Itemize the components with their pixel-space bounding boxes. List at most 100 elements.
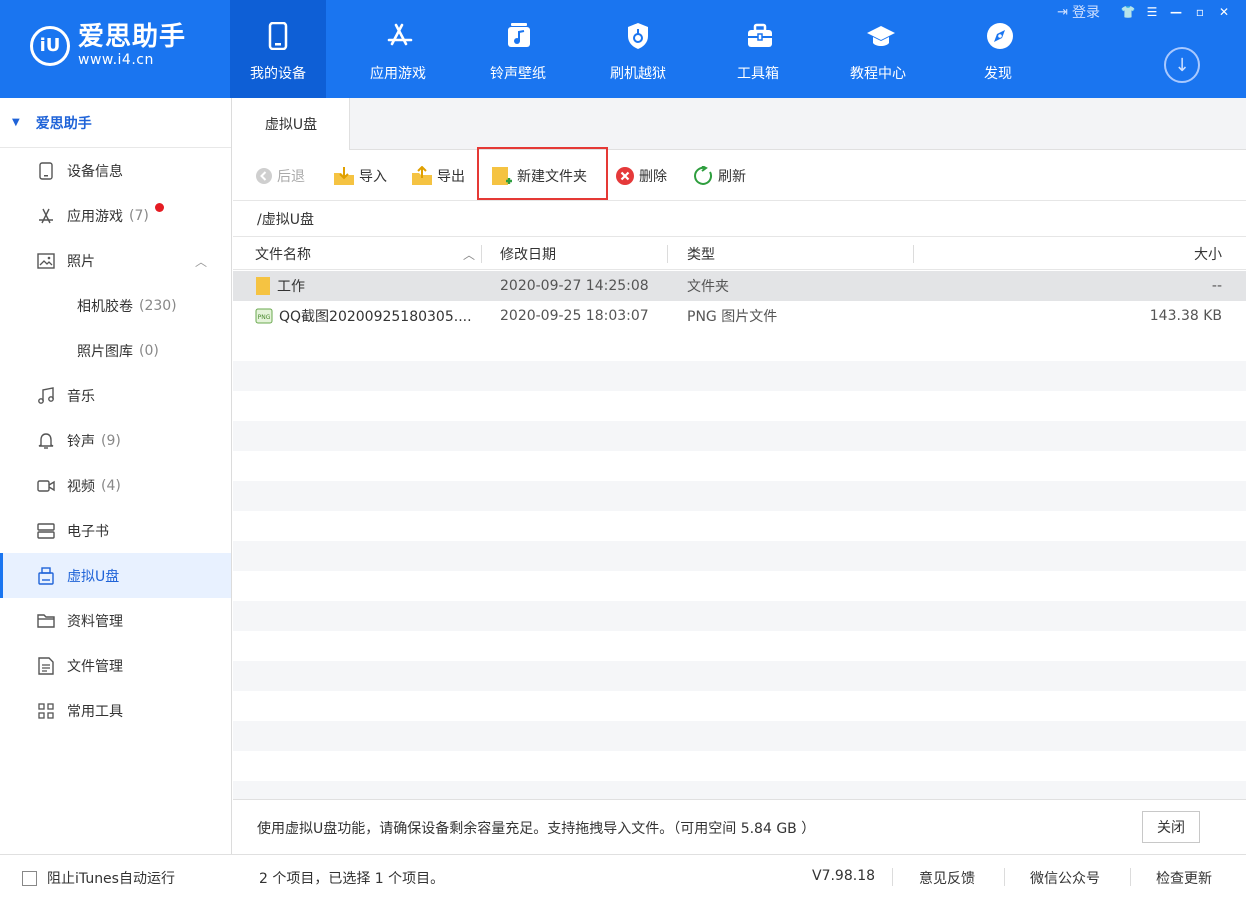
- usb-drive-icon: [36, 566, 56, 586]
- tab-virtual-udisk[interactable]: 虚拟U盘: [233, 98, 350, 150]
- column-divider[interactable]: [913, 245, 914, 263]
- nav-label: 铃声壁纸: [490, 66, 546, 82]
- sidebar-item-ebooks[interactable]: 电子书: [0, 508, 231, 553]
- column-label: 类型: [687, 247, 715, 263]
- book-icon: [36, 521, 56, 541]
- file-size: --: [1211, 278, 1222, 294]
- sidebar-item-camera-roll[interactable]: 相机胶卷 (230): [0, 283, 231, 328]
- minimize-icon[interactable]: —: [1166, 3, 1186, 21]
- sidebar-item-label: 虚拟U盘: [67, 568, 120, 585]
- nav-apps-games[interactable]: 应用游戏: [350, 0, 446, 98]
- photo-icon: [36, 251, 56, 271]
- sidebar-item-label: 设备信息: [67, 163, 123, 180]
- app-name: 爱思助手: [78, 22, 187, 52]
- file-list: 工作 2020-09-27 14:25:08 文件夹 -- PNG QQ截图20…: [233, 271, 1246, 799]
- file-date: 2020-09-27 14:25:08: [500, 278, 649, 294]
- nav-my-device[interactable]: 我的设备: [230, 0, 326, 98]
- app-icon: [36, 206, 56, 226]
- empty-row: [233, 541, 1246, 571]
- empty-row: [233, 361, 1246, 391]
- sort-asc-icon[interactable]: ︿: [463, 238, 475, 270]
- file-type: PNG 图片文件: [687, 309, 778, 325]
- compass-icon: [987, 23, 1013, 49]
- sidebar-item-videos[interactable]: 视频 (4): [0, 463, 231, 508]
- export-button[interactable]: 导出: [411, 163, 465, 189]
- nav-discover[interactable]: 发现: [950, 0, 1046, 98]
- chevron-up-icon[interactable]: ︿: [195, 253, 207, 270]
- sidebar-item-data-management[interactable]: 资料管理: [0, 598, 231, 643]
- nav-tutorial-center[interactable]: 教程中心: [830, 0, 926, 98]
- sidebar-root[interactable]: ▼ 爱思助手: [0, 98, 231, 148]
- nav-label: 发现: [984, 66, 1012, 82]
- file-type: 文件夹: [687, 279, 729, 295]
- column-modified-date[interactable]: 修改日期: [500, 238, 556, 270]
- column-divider[interactable]: [667, 245, 668, 263]
- back-button[interactable]: 后退: [255, 163, 305, 189]
- nav-label: 应用游戏: [370, 66, 426, 82]
- refresh-button[interactable]: 刷新: [694, 163, 746, 189]
- nav-toolbox[interactable]: 工具箱: [710, 0, 806, 98]
- back-icon: [255, 167, 273, 185]
- import-label: 导入: [359, 169, 387, 185]
- skin-icon[interactable]: 👕: [1118, 3, 1138, 21]
- sidebar-root-label: 爱思助手: [35, 115, 92, 132]
- column-type[interactable]: 类型: [687, 238, 715, 270]
- sidebar-item-music[interactable]: 音乐: [0, 373, 231, 418]
- music-wallpaper-icon: [508, 23, 530, 47]
- back-label: 后退: [277, 169, 305, 185]
- sidebar-item-common-tools[interactable]: 常用工具: [0, 688, 231, 733]
- sidebar-item-label: 应用游戏: [67, 208, 123, 225]
- divider: [1004, 868, 1005, 886]
- wechat-link[interactable]: 微信公众号: [1030, 868, 1100, 888]
- info-bar: 使用虚拟U盘功能，请确保设备剩余容量充足。支持拖拽导入文件。（可用空间 5.84…: [233, 799, 1246, 854]
- empty-row: [233, 421, 1246, 451]
- info-message: 使用虚拟U盘功能，请确保设备剩余容量充足。支持拖拽导入文件。（可用空间 5.84…: [257, 821, 816, 837]
- download-icon[interactable]: ↓: [1164, 47, 1200, 83]
- nav-ringtones-wallpapers[interactable]: 铃声壁纸: [470, 0, 566, 98]
- sidebar-item-ringtones[interactable]: 铃声 (9): [0, 418, 231, 463]
- close-button[interactable]: 关闭: [1142, 811, 1200, 843]
- bell-icon: [36, 431, 56, 451]
- maximize-icon[interactable]: ▫: [1190, 3, 1210, 21]
- music-icon: [36, 386, 56, 406]
- file-icon: [36, 656, 56, 676]
- app-logo[interactable]: iU 爱思助手 www.i4.cn: [30, 24, 186, 67]
- sidebar-item-device-info[interactable]: 设备信息: [0, 148, 231, 193]
- folder-icon: [36, 611, 56, 631]
- sidebar-item-file-management[interactable]: 文件管理: [0, 643, 231, 688]
- export-label: 导出: [437, 169, 465, 185]
- refresh-label: 刷新: [718, 169, 746, 185]
- empty-row: [233, 481, 1246, 511]
- toolbox-icon: [748, 23, 772, 47]
- window-controls: ⇥ 登录 👕 ☰ — ▫ ✕: [1057, 2, 1234, 22]
- login-label: 登录: [1072, 5, 1100, 21]
- delete-button[interactable]: 删除: [615, 163, 667, 189]
- menu-icon[interactable]: ☰: [1142, 3, 1162, 21]
- sidebar-item-photo-library[interactable]: 照片图库 (0): [0, 328, 231, 373]
- import-button[interactable]: 导入: [333, 163, 387, 189]
- nav-label: 教程中心: [850, 66, 906, 82]
- nav-flash-jailbreak[interactable]: 刷机越狱: [590, 0, 686, 98]
- path-bar: /虚拟U盘: [233, 201, 1246, 237]
- feedback-link[interactable]: 意见反馈: [919, 868, 975, 888]
- column-label: 文件名称: [255, 247, 311, 263]
- block-itunes-checkbox[interactable]: 阻止iTunes自动运行: [22, 868, 175, 888]
- sidebar-item-label: 电子书: [67, 523, 109, 540]
- file-name-cell: 工作: [255, 271, 305, 301]
- column-divider[interactable]: [481, 245, 482, 263]
- table-row[interactable]: PNG QQ截图20200925180305.... 2020-09-25 18…: [233, 301, 1246, 331]
- file-name: 工作: [277, 279, 305, 295]
- sidebar-item-virtual-udisk[interactable]: 虚拟U盘: [0, 553, 231, 598]
- sidebar-item-apps[interactable]: 应用游戏 (7): [0, 193, 231, 238]
- sidebar-item-label: 资料管理: [67, 613, 123, 630]
- sidebar-item-photos[interactable]: 照片 ︿: [0, 238, 231, 283]
- export-icon: [411, 166, 433, 186]
- refresh-icon: [694, 166, 714, 186]
- login-button[interactable]: ⇥ 登录: [1057, 2, 1100, 22]
- table-row[interactable]: 工作 2020-09-27 14:25:08 文件夹 --: [233, 271, 1246, 301]
- column-size[interactable]: 大小: [1194, 238, 1222, 270]
- check-update-link[interactable]: 检查更新: [1156, 868, 1212, 888]
- column-name[interactable]: 文件名称: [255, 238, 311, 270]
- checkbox-box[interactable]: [22, 870, 37, 886]
- close-icon[interactable]: ✕: [1214, 3, 1234, 21]
